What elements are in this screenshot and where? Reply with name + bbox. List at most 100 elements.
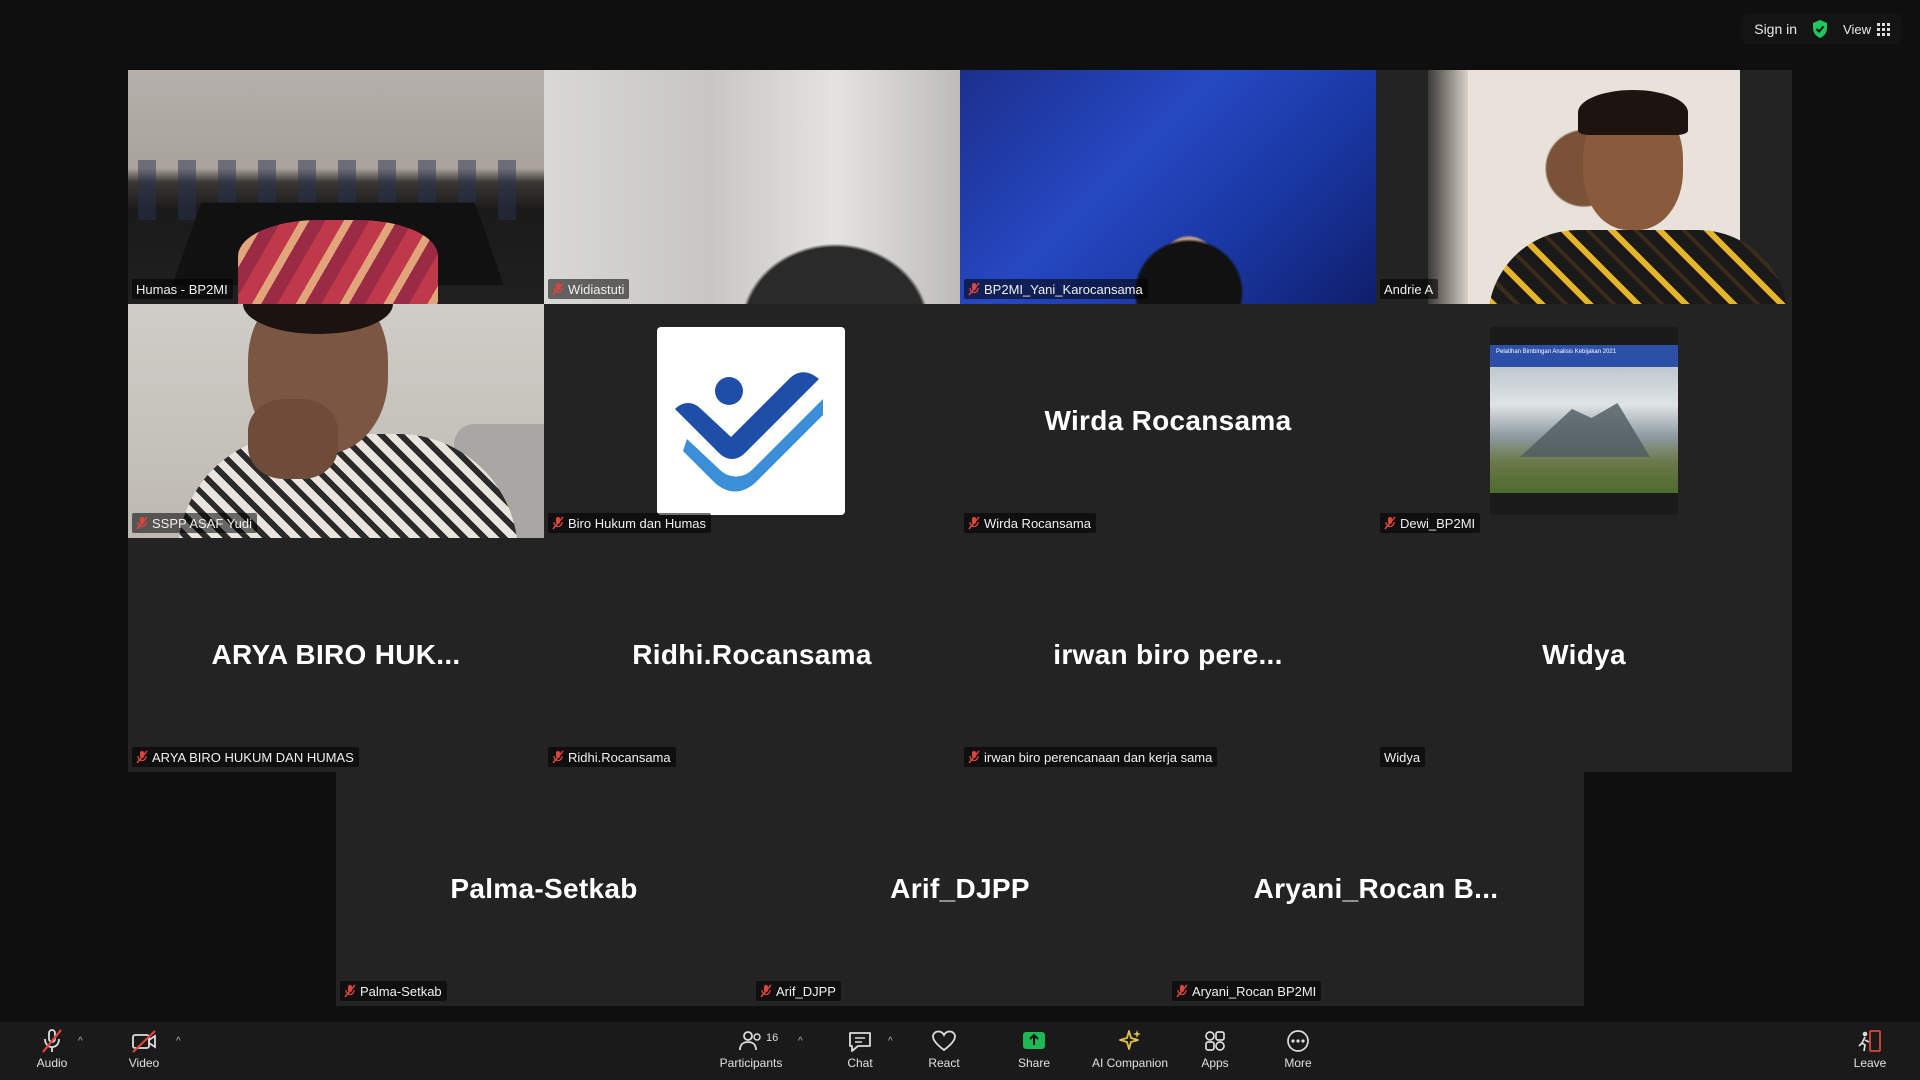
mic-muted-icon [968, 516, 980, 530]
chat-options-chevron-icon[interactable]: ^ [888, 1036, 893, 1047]
react-label: React [928, 1056, 960, 1070]
video-feed [128, 304, 544, 538]
participant-tile-andrie[interactable]: Andrie A [1376, 70, 1792, 304]
grid-view-icon [1877, 22, 1890, 36]
people-icon [739, 1031, 761, 1051]
more-label: More [1284, 1056, 1312, 1070]
participants-options-chevron-icon[interactable]: ^ [798, 1036, 803, 1047]
view-button[interactable]: View [1843, 22, 1890, 37]
participant-display-name: ARYA BIRO HUK... [211, 639, 461, 670]
video-label: Video [128, 1056, 160, 1070]
heart-icon [932, 1030, 956, 1052]
top-right-bar: Sign in View [1742, 14, 1902, 44]
mic-muted-icon [968, 282, 980, 296]
video-button[interactable]: Video [122, 1028, 166, 1076]
participant-name-label: Wirda Rocansama [964, 513, 1096, 533]
participant-tile-irwan[interactable]: irwan biro pere... irwan biro perencanaa… [960, 538, 1376, 772]
participant-tile-widya[interactable]: Widya Widya [1376, 538, 1792, 772]
more-icon [1287, 1030, 1309, 1052]
chat-button[interactable]: Chat [838, 1028, 882, 1076]
leave-icon [1858, 1030, 1881, 1052]
participant-name-label: Palma-Setkab [340, 981, 447, 1001]
more-button[interactable]: More [1276, 1028, 1320, 1076]
profile-picture [657, 327, 845, 515]
participant-name-label: Ridhi.Rocansama [548, 747, 676, 767]
participant-tile-arya[interactable]: ARYA BIRO HUK... ARYA BIRO HUKUM DAN HUM… [128, 538, 544, 772]
participant-name-label: Andrie A [1380, 279, 1439, 299]
mic-muted-icon [552, 516, 564, 530]
participant-tile-dewi[interactable]: Pelatihan Bimbingan Analisis Kebijakan 2… [1376, 304, 1792, 538]
participant-tile-wirda[interactable]: Wirda Rocansama Wirda Rocansama [960, 304, 1376, 538]
mic-off-icon [42, 1029, 62, 1053]
share-screen-icon [1023, 1032, 1045, 1049]
participant-name-label: BP2MI_Yani_Karocansama [964, 279, 1148, 299]
participant-tile-biro-hukum[interactable]: Biro Hukum dan Humas [544, 304, 960, 538]
share-button[interactable]: Share [1012, 1028, 1056, 1076]
mic-muted-icon [760, 984, 772, 998]
participant-tile-humas[interactable]: Humas - BP2MI [128, 70, 544, 304]
sign-in-button[interactable]: Sign in [1754, 21, 1797, 37]
participant-tile-yani[interactable]: BP2MI_Yani_Karocansama [960, 70, 1376, 304]
profile-picture: Pelatihan Bimbingan Analisis Kebijakan 2… [1490, 327, 1678, 515]
participant-tile-aryani[interactable]: Aryani_Rocan B... Aryani_Rocan BP2MI [1168, 772, 1584, 1006]
gallery-view-bottom-row: Palma-Setkab Palma-Setkab Arif_DJPP Arif… [336, 772, 1584, 1006]
profile-banner-text: Pelatihan Bimbingan Analisis Kebijakan 2… [1490, 345, 1678, 367]
react-button[interactable]: React [922, 1028, 966, 1076]
participant-name-label: Arif_DJPP [756, 981, 841, 1001]
mic-muted-icon [344, 984, 356, 998]
apps-label: Apps [1201, 1056, 1229, 1070]
participant-display-name: Palma-Setkab [450, 873, 638, 904]
ai-companion-button[interactable]: AI Companion [1088, 1028, 1172, 1076]
participant-name-label: Humas - BP2MI [132, 279, 233, 299]
audio-label: Audio [36, 1056, 68, 1070]
mic-muted-icon [136, 750, 148, 764]
mic-muted-icon [136, 516, 148, 530]
participant-tile-ridhi[interactable]: Ridhi.Rocansama Ridhi.Rocansama [544, 538, 960, 772]
audio-button[interactable]: Audio [30, 1028, 74, 1076]
apps-button[interactable]: Apps [1193, 1028, 1237, 1076]
participant-name-label: Widya [1380, 747, 1426, 767]
participant-name-label: ARYA BIRO HUKUM DAN HUMAS [132, 747, 359, 767]
mic-muted-icon [1384, 516, 1396, 530]
mic-muted-icon [552, 282, 564, 296]
ai-companion-label: AI Companion [1091, 1056, 1169, 1070]
participant-name-label: Aryani_Rocan BP2MI [1172, 981, 1322, 1001]
participant-display-name: Widya [1542, 639, 1626, 670]
participant-tile-palma[interactable]: Palma-Setkab Palma-Setkab [336, 772, 752, 1006]
zoom-meeting-window: { "topbar": { "sign_in": "Sign in", "vie… [0, 0, 1920, 1080]
participant-name-label: Dewi_BP2MI [1380, 513, 1481, 533]
share-label: Share [1017, 1056, 1051, 1070]
participant-display-name: Arif_DJPP [890, 873, 1030, 904]
mic-muted-icon [552, 750, 564, 764]
mic-muted-icon [968, 750, 980, 764]
participant-name-label: SSPP ASAF Yudi [132, 513, 257, 533]
participants-label: Participants [719, 1056, 783, 1070]
mic-muted-icon [1176, 984, 1188, 998]
participant-tile-widiastuti[interactable]: Widiastuti [544, 70, 960, 304]
chat-icon [849, 1032, 871, 1052]
participant-tile-arif[interactable]: Arif_DJPP Arif_DJPP [752, 772, 1168, 1006]
video-options-chevron-icon[interactable]: ^ [176, 1036, 181, 1047]
participant-display-name: irwan biro pere... [1053, 639, 1283, 670]
leave-label: Leave [1853, 1056, 1887, 1070]
video-feed [1428, 70, 1788, 304]
meeting-toolbar: Audio ^ Video ^ Participants 16 ^ Chat ^ [0, 1022, 1920, 1080]
encryption-shield-icon[interactable] [1811, 19, 1829, 39]
gallery-view: Humas - BP2MI Widiastuti BP2MI_Yani_Karo… [128, 70, 1792, 772]
video-feed [128, 70, 544, 304]
view-label: View [1843, 21, 1871, 37]
participant-name-label: Widiastuti [548, 279, 630, 299]
participant-tile-yudi[interactable]: SSPP ASAF Yudi [128, 304, 544, 538]
participant-name-label: Biro Hukum dan Humas [548, 513, 711, 533]
organization-logo-icon [675, 372, 823, 492]
video-feed [960, 70, 1376, 304]
participant-display-name: Aryani_Rocan B... [1253, 873, 1499, 904]
leave-button[interactable]: Leave [1848, 1028, 1892, 1076]
audio-options-chevron-icon[interactable]: ^ [78, 1036, 83, 1047]
participant-display-name: Wirda Rocansama [1044, 405, 1292, 436]
sparkle-icon [1119, 1030, 1141, 1050]
chat-label: Chat [847, 1056, 873, 1070]
video-feed [544, 70, 960, 304]
participant-count-badge: 16 [766, 1032, 779, 1044]
participant-display-name: Ridhi.Rocansama [632, 639, 872, 670]
